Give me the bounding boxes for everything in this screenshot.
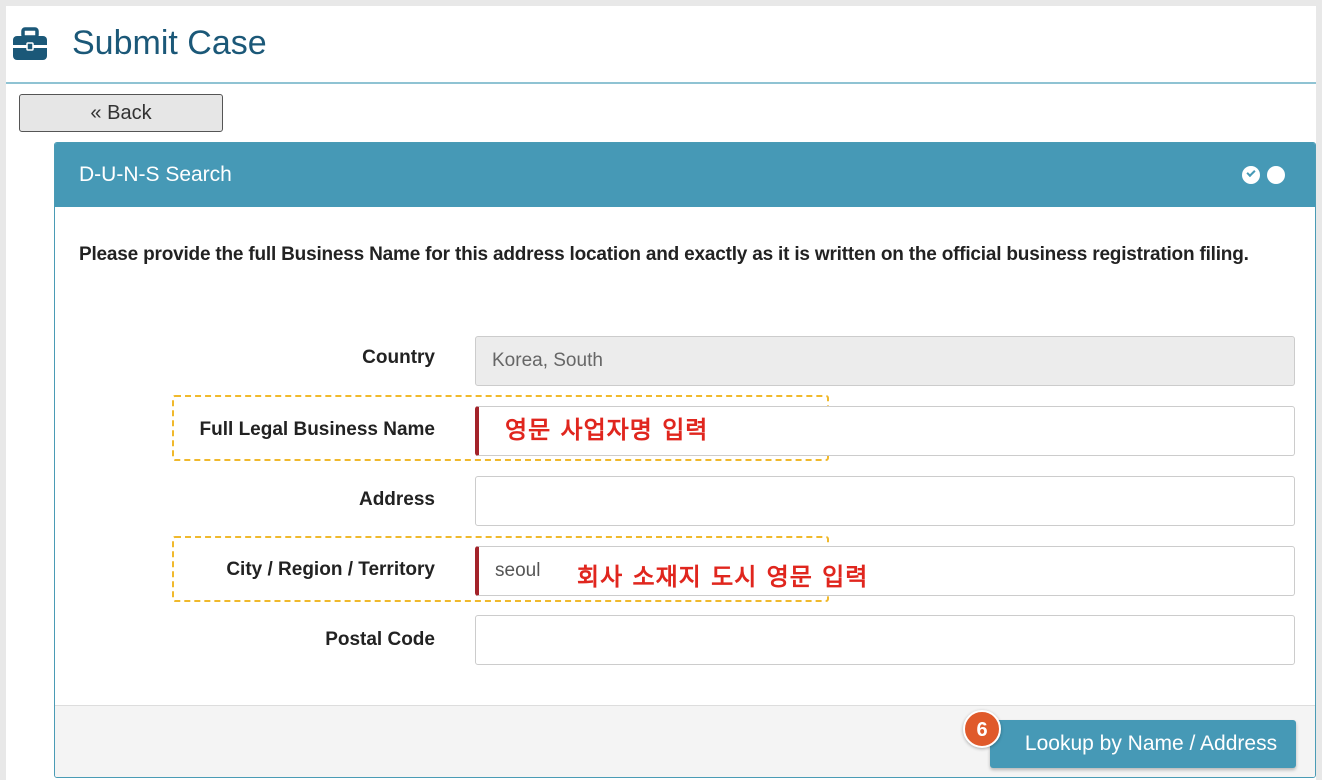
city-label: City / Region / Territory (226, 559, 435, 580)
page: Submit Case « Back D-U-N-S Search Please… (6, 6, 1316, 780)
postal-code-input[interactable] (475, 615, 1295, 665)
briefcase-icon (13, 27, 47, 60)
country-label: Country (362, 347, 435, 368)
postal-code-label: Postal Code (325, 629, 435, 650)
step-indicator (1239, 166, 1285, 184)
page-title: Submit Case (72, 24, 267, 62)
step-complete-icon (1241, 166, 1260, 184)
panel-title: D-U-N-S Search (79, 163, 232, 186)
business-name-label: Full Legal Business Name (199, 419, 435, 440)
duns-search-panel: D-U-N-S Search Please provide the full B… (54, 142, 1316, 778)
panel-header: D-U-N-S Search (55, 143, 1315, 207)
back-button[interactable]: « Back (19, 94, 223, 132)
step-badge: 6 (963, 710, 1001, 748)
instructions-text: Please provide the full Business Name fo… (79, 244, 1249, 265)
city-annotation: 회사 소재지 도시 영문 입력 (577, 563, 869, 591)
lookup-button[interactable]: Lookup by Name / Address (990, 720, 1296, 768)
address-label: Address (358, 489, 435, 510)
panel-footer: Lookup by Name / Address 6 (55, 705, 1315, 777)
page-header: Submit Case (6, 6, 1316, 84)
business-name-annotation: 영문 사업자명 입력 (505, 416, 709, 444)
country-field: Korea, South (475, 336, 1295, 386)
step-current-icon (1267, 166, 1285, 184)
address-input[interactable] (475, 476, 1295, 526)
